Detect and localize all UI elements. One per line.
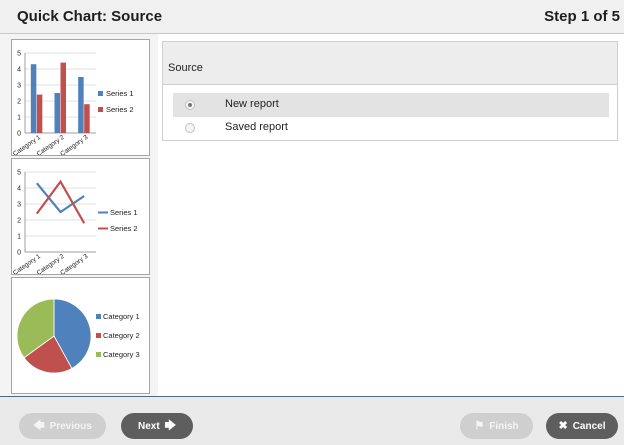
series-line bbox=[35, 182, 85, 214]
line-chart-preview: 012345Category 1Category 2Category 3Seri… bbox=[12, 170, 138, 275]
previous-label: Previous bbox=[49, 420, 92, 432]
radio-new-report[interactable] bbox=[185, 100, 195, 110]
pie-chart-preview: Category 1 Category 2 Category 3 bbox=[16, 298, 140, 374]
bar bbox=[78, 77, 84, 133]
y-tick-label: 4 bbox=[17, 67, 21, 74]
legend-label: Category 3 bbox=[103, 350, 140, 359]
y-tick-label: 3 bbox=[17, 83, 21, 90]
finish-label: Finish bbox=[489, 420, 519, 432]
option-label: New report bbox=[225, 98, 279, 110]
source-header: Source bbox=[163, 42, 617, 85]
legend-label: Series 2 bbox=[110, 224, 138, 233]
cancel-label: Cancel bbox=[572, 420, 606, 432]
legend-label: Series 1 bbox=[110, 208, 138, 217]
option-new-report[interactable]: New report bbox=[173, 93, 609, 117]
option-label: Saved report bbox=[225, 121, 288, 133]
bar-chart-thumbnail[interactable]: 0 1 2 3 4 5 Category 1 Category 2 Category 3 Seri… bbox=[11, 39, 150, 156]
line-chart-thumbnail[interactable]: 0 1 2 3 4 5 Category 1 Category 2 Category 3 Seri… bbox=[11, 158, 150, 275]
legend-label: Category 1 bbox=[103, 312, 140, 321]
title-bar: Quick Chart: Source Step 1 of 5 bbox=[0, 0, 624, 34]
wizard-footer: 🡄 Previous Next 🡆 ⚑ Finish ✖ Cancel bbox=[0, 396, 624, 445]
arrow-left-icon: 🡄 bbox=[33, 419, 45, 432]
legend-label: Series 2 bbox=[106, 105, 134, 114]
source-label: Source bbox=[168, 62, 203, 74]
y-tick-label: 0 bbox=[17, 131, 21, 138]
y-tick-label: 4 bbox=[17, 186, 21, 193]
y-tick-label: 3 bbox=[17, 202, 21, 209]
previous-button[interactable]: 🡄 Previous bbox=[19, 413, 106, 439]
option-saved-report[interactable]: Saved report bbox=[173, 116, 609, 140]
flag-icon: ⚑ bbox=[474, 419, 485, 432]
chart-type-panel: 0 1 2 3 4 5 Category 1 Category 2 Category 3 Seri… bbox=[0, 34, 158, 396]
close-icon: ✖ bbox=[558, 419, 568, 432]
main-content: Source New report Saved report bbox=[158, 34, 624, 396]
y-tick-label: 0 bbox=[17, 250, 21, 257]
bar bbox=[60, 62, 66, 133]
y-tick-label: 5 bbox=[17, 51, 21, 58]
y-tick-label: 2 bbox=[17, 99, 21, 106]
quick-chart-dialog: Quick Chart: Source Step 1 of 5 0 1 2 3 4 5 Ca… bbox=[0, 0, 624, 445]
finish-button[interactable]: ⚑ Finish bbox=[460, 413, 533, 439]
next-button[interactable]: Next 🡆 bbox=[121, 413, 193, 439]
bar-chart-preview: 012345Category 1Category 2Category 3Seri… bbox=[12, 51, 134, 156]
y-tick-label: 1 bbox=[17, 234, 21, 241]
dialog-title: Quick Chart: Source bbox=[17, 8, 163, 25]
legend-label: Series 1 bbox=[106, 89, 134, 98]
pie-chart-thumbnail[interactable]: Category 1 Category 2 Category 3 bbox=[11, 277, 150, 394]
source-panel: Source New report Saved report bbox=[162, 41, 618, 141]
legend-swatch bbox=[96, 333, 101, 338]
legend-swatch bbox=[96, 314, 101, 319]
bar bbox=[30, 64, 37, 133]
radio-saved-report[interactable] bbox=[185, 123, 195, 133]
bar bbox=[36, 94, 43, 133]
legend-swatch bbox=[98, 91, 103, 96]
y-tick-label: 5 bbox=[17, 170, 21, 177]
legend-swatch bbox=[96, 352, 101, 357]
bar bbox=[84, 104, 90, 133]
bar bbox=[54, 93, 60, 133]
step-indicator: Step 1 of 5 bbox=[544, 8, 620, 25]
y-tick-label: 2 bbox=[17, 218, 21, 225]
legend-label: Category 2 bbox=[103, 331, 140, 340]
arrow-right-icon: 🡆 bbox=[164, 419, 177, 432]
y-tick-label: 1 bbox=[17, 115, 21, 122]
next-label: Next bbox=[137, 420, 160, 432]
legend-swatch bbox=[98, 107, 103, 112]
cancel-button[interactable]: ✖ Cancel bbox=[546, 413, 618, 439]
